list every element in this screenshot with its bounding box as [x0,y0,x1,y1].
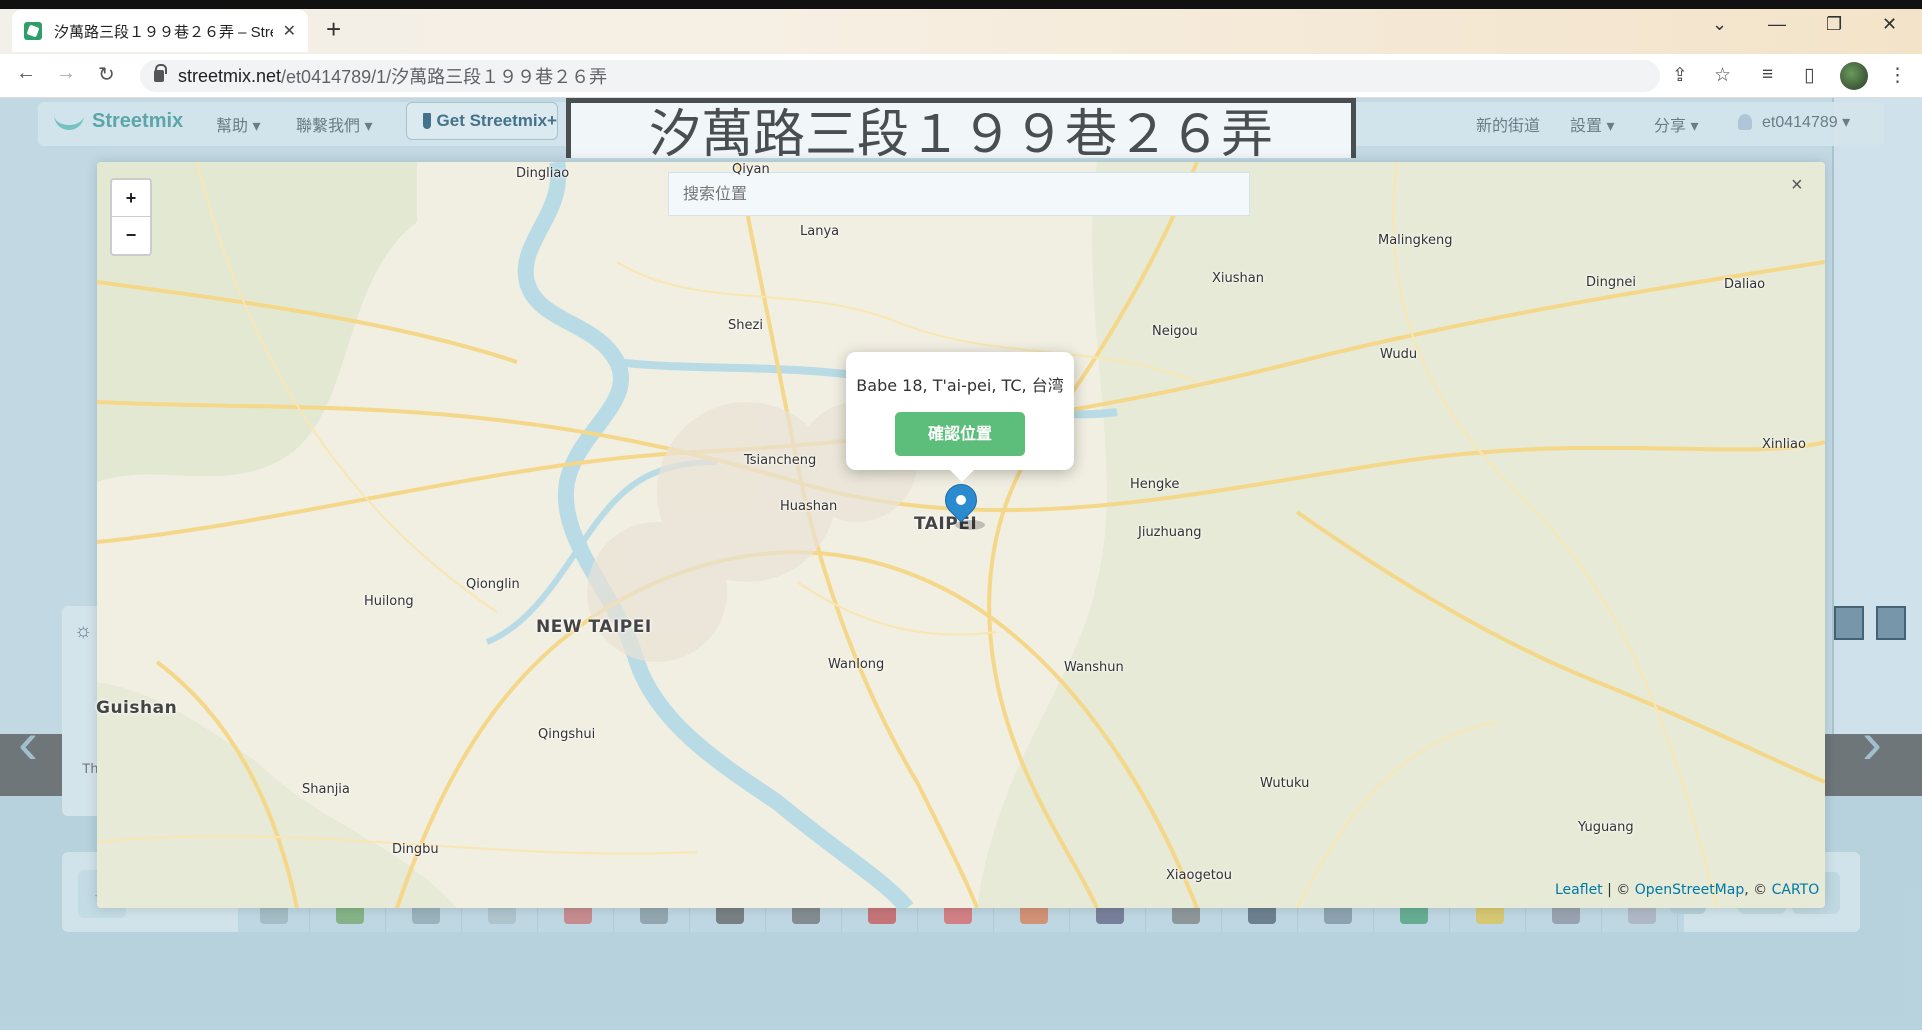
place-label: Dingbu [392,842,439,857]
map-view[interactable] [97,162,1825,908]
close-tab-icon[interactable]: ✕ [283,21,296,41]
place-label: Xinliao [1762,437,1806,452]
place-label: Shanjia [302,782,350,797]
place-label: Qingshui [538,727,596,742]
new-tab-icon[interactable]: + [326,14,341,45]
streetmix-favicon-icon [24,22,42,40]
place-label: Yuguang [1578,820,1634,835]
forward-icon[interactable]: → [56,62,76,85]
place-label: Wanlong [828,657,885,672]
back-icon[interactable]: ← [16,62,36,85]
popup-address: Babe 18, T'ai-pei, TC, 台湾 [856,376,1064,395]
place-label: Qionglin [466,577,520,592]
place-label: Hengke [1130,477,1180,492]
share-page-icon[interactable]: ⇪ [1672,64,1688,87]
close-window-icon[interactable]: ✕ [1882,14,1897,35]
reload-icon[interactable]: ↻ [98,62,115,87]
osm-link[interactable]: OpenStreetMap [1635,882,1744,898]
place-label: Tsiancheng [744,453,817,468]
address-bar: ← → ↻ streetmix.net /et0414789/1/汐萬路三段１９… [0,54,1922,98]
close-map-icon[interactable]: × [1791,174,1803,197]
url-host: streetmix.net [178,65,282,86]
place-label: Wanshun [1064,660,1124,675]
profile-avatar[interactable] [1840,62,1868,90]
map-attribution: Leaflet | © OpenStreetMap, © CARTO [1555,882,1819,898]
place-label: Jiuzhuang [1138,525,1202,540]
place-label: Huilong [364,594,414,609]
place-label: Dingliao [516,166,570,181]
zoom-out-button[interactable]: − [112,217,150,254]
zoom-in-button[interactable]: + [112,180,150,217]
place-label: Shezi [728,318,763,333]
tab-title: 汐萬路三段１９９巷２６弄 – Stre [54,23,273,41]
place-label: Malingkeng [1378,233,1453,248]
place-label: NEW TAIPEI [536,617,652,637]
attribution-sep: , © [1744,882,1772,898]
bookmark-star-icon[interactable]: ☆ [1714,64,1731,87]
minimize-icon[interactable]: — [1768,14,1786,35]
place-label: Xiushan [1212,271,1264,286]
place-label: Dingnei [1586,275,1636,290]
place-label: Xiaogetou [1166,868,1232,883]
confirm-location-button[interactable]: 確認位置 [895,412,1025,456]
kebab-menu-icon[interactable]: ⋮ [1888,64,1907,87]
map-zoom-control: + − [110,178,152,256]
restore-icon[interactable]: ❐ [1826,14,1842,35]
attribution-sep: | © [1602,882,1635,898]
place-label: Wutuku [1260,776,1310,791]
location-popup: Babe 18, T'ai-pei, TC, 台湾 確認位置 [846,352,1074,482]
place-label: Huashan [780,499,838,514]
url-field[interactable]: streetmix.net /et0414789/1/汐萬路三段１９９巷２６弄 [140,60,1660,92]
browser-tab[interactable]: 汐萬路三段１９９巷２６弄 – Stre ✕ [12,10,308,52]
carto-link[interactable]: CARTO [1772,882,1820,898]
location-search-input[interactable] [683,184,1249,203]
place-label: Lanya [800,224,840,239]
lock-icon [154,64,167,82]
leaflet-link[interactable]: Leaflet [1555,882,1603,898]
url-path: /et0414789/1/汐萬路三段１９９巷２６弄 [281,67,608,87]
place-label: Qiyan [732,162,770,177]
tab-search-icon[interactable]: ⌄ [1712,14,1727,35]
place-label: Guishan [96,698,178,718]
place-label: Neigou [1152,324,1198,339]
map-tiles [97,162,1825,908]
location-search-field[interactable] [668,172,1250,216]
reading-list-icon[interactable]: ≡ [1762,64,1773,86]
top-bezel [0,0,1922,9]
side-panel-icon[interactable]: ▯ [1804,64,1814,87]
place-label: Daliao [1724,277,1766,292]
place-label: Wudu [1380,347,1418,362]
